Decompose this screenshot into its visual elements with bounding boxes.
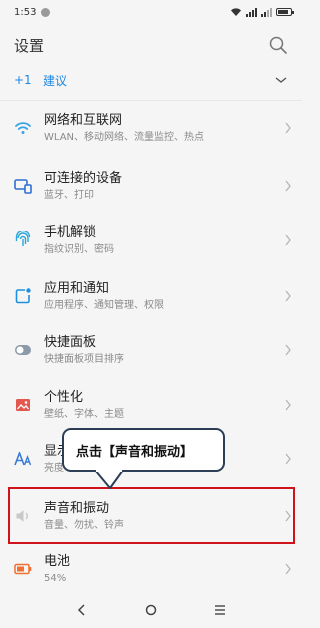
- battery-icon: [14, 560, 32, 578]
- chevron-right-icon: [285, 234, 291, 246]
- settings-item-title: 可连接的设备: [44, 170, 123, 186]
- settings-item-sound-vibration[interactable]: 声音和振动音量、勿扰、铃声: [0, 488, 302, 544]
- settings-item-text: 网络和互联网 WLAN、移动网络、流量监控、热点: [44, 112, 284, 145]
- settings-item-subtitle: 音量、勿扰、铃声: [44, 519, 124, 531]
- suggestion-row[interactable]: +1 建议: [0, 66, 302, 94]
- wifi-status-icon: [231, 8, 241, 16]
- fingerprint-icon: [14, 231, 32, 249]
- settings-item-text: 应用和通知应用程序、通知管理、权限: [44, 280, 284, 313]
- settings-item-title: 电池: [44, 553, 71, 569]
- wifi-icon: [14, 119, 32, 137]
- settings-item-network[interactable]: 网络和互联网 WLAN、移动网络、流量监控、热点: [0, 100, 302, 156]
- text-size-icon: [14, 450, 32, 468]
- settings-item-subtitle: 快捷面板项目排序: [44, 353, 124, 365]
- chevron-right-icon: [285, 453, 291, 465]
- chevron-right-icon: [285, 180, 291, 192]
- settings-item-text: 快捷面板快捷面板项目排序: [44, 334, 284, 367]
- settings-item-text: 手机解锁指纹识别、密码: [44, 224, 284, 257]
- notification-icon: [14, 287, 32, 305]
- devices-icon: [14, 177, 32, 195]
- nav-bar: [0, 592, 302, 628]
- settings-item-connected-devices[interactable]: 可连接的设备蓝牙、打印: [0, 158, 302, 214]
- signal-2-icon: [261, 7, 272, 17]
- chevron-right-icon: [285, 122, 291, 134]
- toggle-icon: [14, 341, 32, 359]
- settings-item-title: 快捷面板: [44, 334, 97, 350]
- settings-item-quick-panel[interactable]: 快捷面板快捷面板项目排序: [0, 322, 302, 378]
- status-right: [230, 7, 294, 17]
- settings-item-title: 声音和振动: [44, 500, 110, 516]
- suggestion-label: 建议: [43, 73, 68, 88]
- settings-item-subtitle: 蓝牙、打印: [44, 189, 94, 201]
- signal-icon: [246, 7, 257, 17]
- settings-item-subtitle: 应用程序、通知管理、权限: [44, 299, 164, 311]
- settings-item-title: 网络和互联网: [44, 112, 123, 128]
- header: 设置: [0, 28, 302, 62]
- chevron-down-icon: [275, 77, 287, 83]
- battery-status-icon: [276, 8, 294, 16]
- page-title: 设置: [14, 36, 45, 55]
- status-bar: 1:53: [0, 0, 302, 24]
- home-icon[interactable]: [139, 598, 163, 622]
- settings-item-apps-notifications[interactable]: 应用和通知应用程序、通知管理、权限: [0, 268, 302, 324]
- settings-item-subtitle: 壁纸、字体、主题: [44, 408, 124, 420]
- back-icon[interactable]: [70, 598, 94, 622]
- settings-item-subtitle: 54%: [44, 572, 67, 584]
- callout-text: 点击【声音和振动】: [76, 444, 194, 460]
- status-left: 1:53: [14, 6, 51, 18]
- settings-item-text: 可连接的设备蓝牙、打印: [44, 170, 284, 203]
- settings-item-subtitle: 指纹识别、密码: [44, 243, 114, 255]
- menu-icon[interactable]: [208, 598, 232, 622]
- chevron-right-icon: [285, 563, 291, 575]
- settings-item-battery[interactable]: 电池 54%: [0, 541, 302, 597]
- settings-item-subtitle: WLAN、移动网络、流量监控、热点: [44, 131, 205, 143]
- settings-item-text: 电池 54%: [44, 553, 284, 586]
- settings-item-unlock[interactable]: 手机解锁指纹识别、密码: [0, 212, 302, 268]
- chevron-right-icon: [285, 344, 291, 356]
- search-icon[interactable]: [268, 35, 288, 55]
- settings-item-title: 个性化: [44, 389, 84, 405]
- callout-bubble: 点击【声音和振动】: [62, 428, 225, 472]
- notification-dot-icon: [41, 7, 51, 17]
- settings-item-text: 个性化壁纸、字体、主题: [44, 389, 284, 422]
- status-time: 1:53: [14, 6, 37, 18]
- chevron-right-icon: [285, 399, 291, 411]
- suggestion-count: +1: [14, 73, 32, 87]
- speaker-icon: [14, 507, 32, 525]
- settings-item-text: 声音和振动音量、勿扰、铃声: [44, 500, 284, 533]
- settings-item-title: 手机解锁: [44, 224, 97, 240]
- image-icon: [14, 396, 32, 414]
- settings-item-title: 应用和通知: [44, 280, 110, 296]
- chevron-right-icon: [285, 290, 291, 302]
- chevron-right-icon: [285, 510, 291, 522]
- settings-item-personalization[interactable]: 个性化壁纸、字体、主题: [0, 377, 302, 433]
